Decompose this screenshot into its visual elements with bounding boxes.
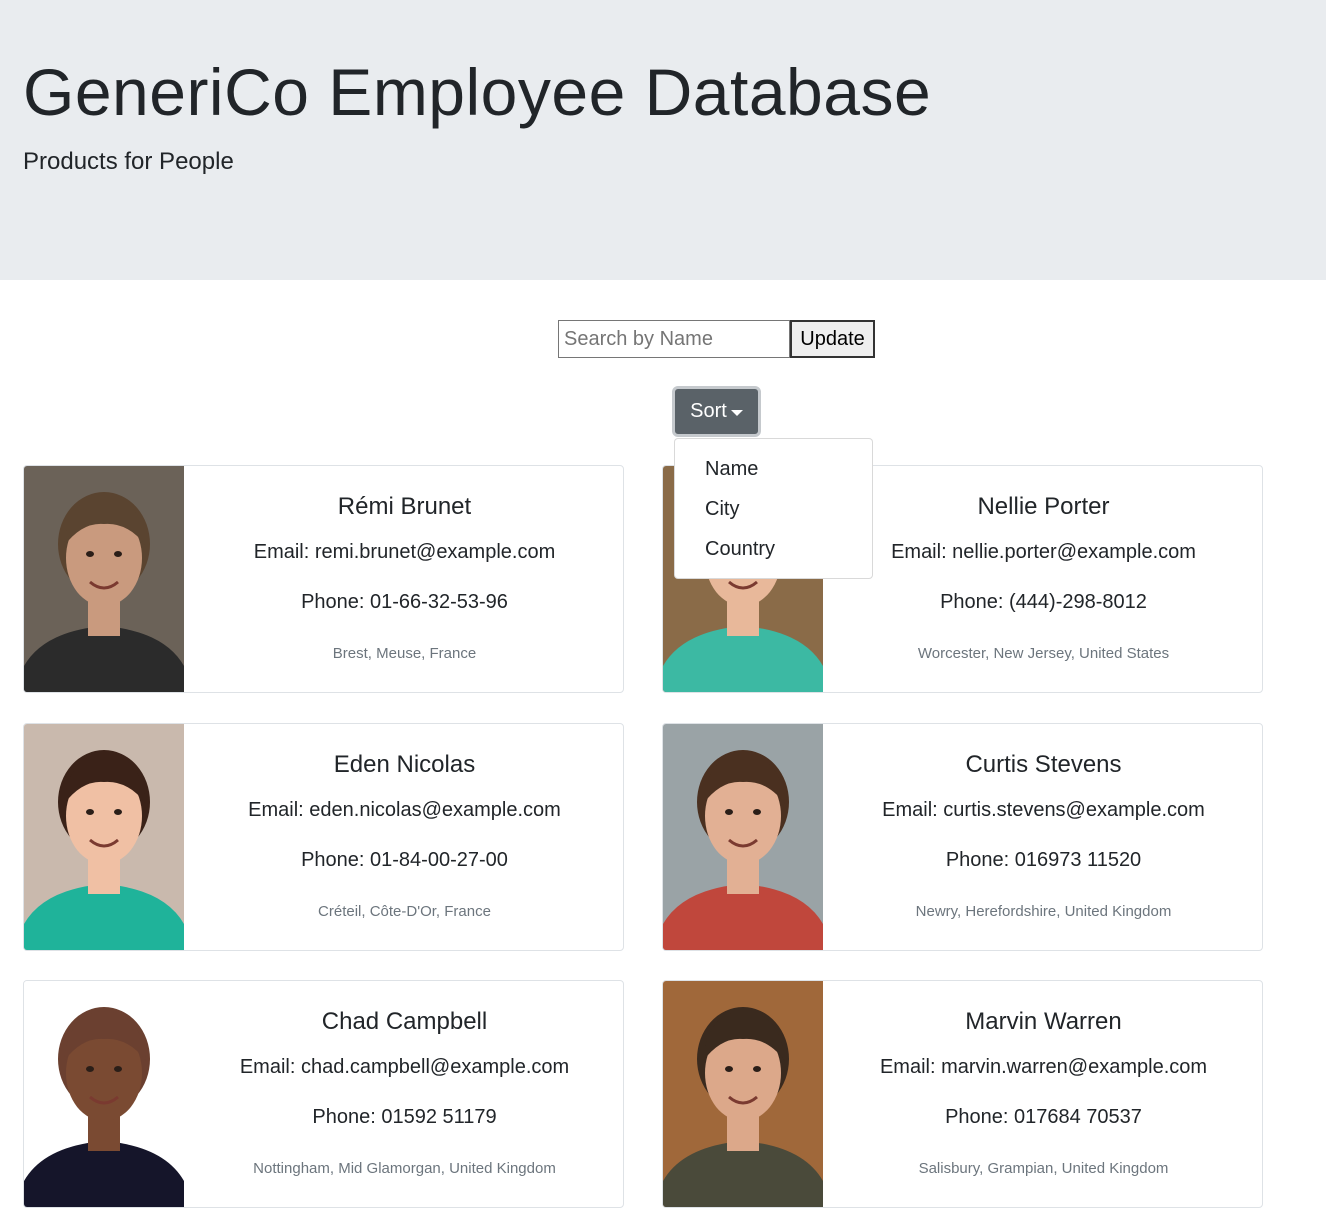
portrait-image <box>663 724 823 950</box>
employee-phone: Phone: 01-66-32-53-96 <box>301 591 508 613</box>
employee-card-body: Chad Campbell Email: chad.campbell@examp… <box>184 981 623 1207</box>
employee-email: Email: nellie.porter@example.com <box>891 541 1196 563</box>
employee-location: Newry, Herefordshire, United Kingdom <box>915 903 1172 920</box>
update-button[interactable]: Update <box>790 320 875 358</box>
employee-name: Eden Nicolas <box>333 751 476 778</box>
employee-location: Nottingham, Mid Glamorgan, United Kingdo… <box>253 1160 556 1177</box>
employee-email: Email: eden.nicolas@example.com <box>248 799 561 821</box>
sort-dropdown-menu: Name City Country <box>674 438 873 579</box>
sort-option-country[interactable]: Country <box>675 529 872 569</box>
employee-name: Nellie Porter <box>977 493 1110 520</box>
employee-photo <box>663 724 823 950</box>
employee-card-body: Nellie Porter Email: nellie.porter@examp… <box>823 466 1262 692</box>
employee-email: Email: marvin.warren@example.com <box>879 1056 1208 1078</box>
sort-option-city[interactable]: City <box>675 489 872 529</box>
portrait-image <box>663 981 823 1207</box>
employee-card: Chad Campbell Email: chad.campbell@examp… <box>23 980 624 1208</box>
employee-phone: Phone: 01592 51179 <box>312 1106 497 1128</box>
employee-photo <box>663 981 823 1207</box>
employee-card-body: Marvin Warren Email: marvin.warren@examp… <box>823 981 1262 1207</box>
search-input[interactable] <box>558 320 790 358</box>
employee-location: Salisbury, Grampian, United Kingdom <box>918 1160 1169 1177</box>
employee-phone: Phone: 016973 11520 <box>945 849 1142 871</box>
employee-name: Chad Campbell <box>321 1008 488 1035</box>
portrait-image <box>24 466 184 692</box>
employee-card: Rémi Brunet Email: remi.brunet@example.c… <box>23 465 624 693</box>
employee-card: Eden Nicolas Email: eden.nicolas@example… <box>23 723 624 951</box>
sort-dropdown-button[interactable]: Sort <box>672 386 761 437</box>
caret-down-icon <box>730 409 743 416</box>
employee-phone: Phone: 017684 70537 <box>945 1106 1142 1128</box>
employee-card: Marvin Warren Email: marvin.warren@examp… <box>662 980 1263 1208</box>
employee-location: Brest, Meuse, France <box>332 645 477 662</box>
employee-name: Rémi Brunet <box>337 493 472 520</box>
employee-phone: Phone: (444)-298-8012 <box>940 591 1147 613</box>
employee-photo <box>24 466 184 692</box>
employee-card: Curtis Stevens Email: curtis.stevens@exa… <box>662 723 1263 951</box>
employee-photo <box>24 981 184 1207</box>
employee-email: Email: curtis.stevens@example.com <box>882 799 1205 821</box>
employee-card-body: Curtis Stevens Email: curtis.stevens@exa… <box>823 724 1262 950</box>
portrait-image <box>24 724 184 950</box>
employee-card-body: Eden Nicolas Email: eden.nicolas@example… <box>184 724 623 950</box>
employee-photo <box>24 724 184 950</box>
employee-name: Marvin Warren <box>965 1008 1122 1035</box>
employee-location: Créteil, Côte-D'Or, France <box>318 903 491 920</box>
page-title: GeneriCo Employee Database <box>23 55 932 129</box>
employee-email: Email: chad.campbell@example.com <box>239 1056 570 1078</box>
header-banner: GeneriCo Employee Database Products for … <box>0 0 1326 280</box>
employee-phone: Phone: 01-84-00-27-00 <box>301 849 508 871</box>
page-subtitle: Products for People <box>23 148 234 175</box>
sort-button-label: Sort <box>690 400 727 422</box>
employee-email: Email: remi.brunet@example.com <box>253 541 556 563</box>
portrait-image <box>24 981 184 1207</box>
employee-location: Worcester, New Jersey, United States <box>917 645 1170 662</box>
sort-option-name[interactable]: Name <box>675 449 872 489</box>
employee-card-body: Rémi Brunet Email: remi.brunet@example.c… <box>184 466 623 692</box>
employee-name: Curtis Stevens <box>965 751 1122 778</box>
